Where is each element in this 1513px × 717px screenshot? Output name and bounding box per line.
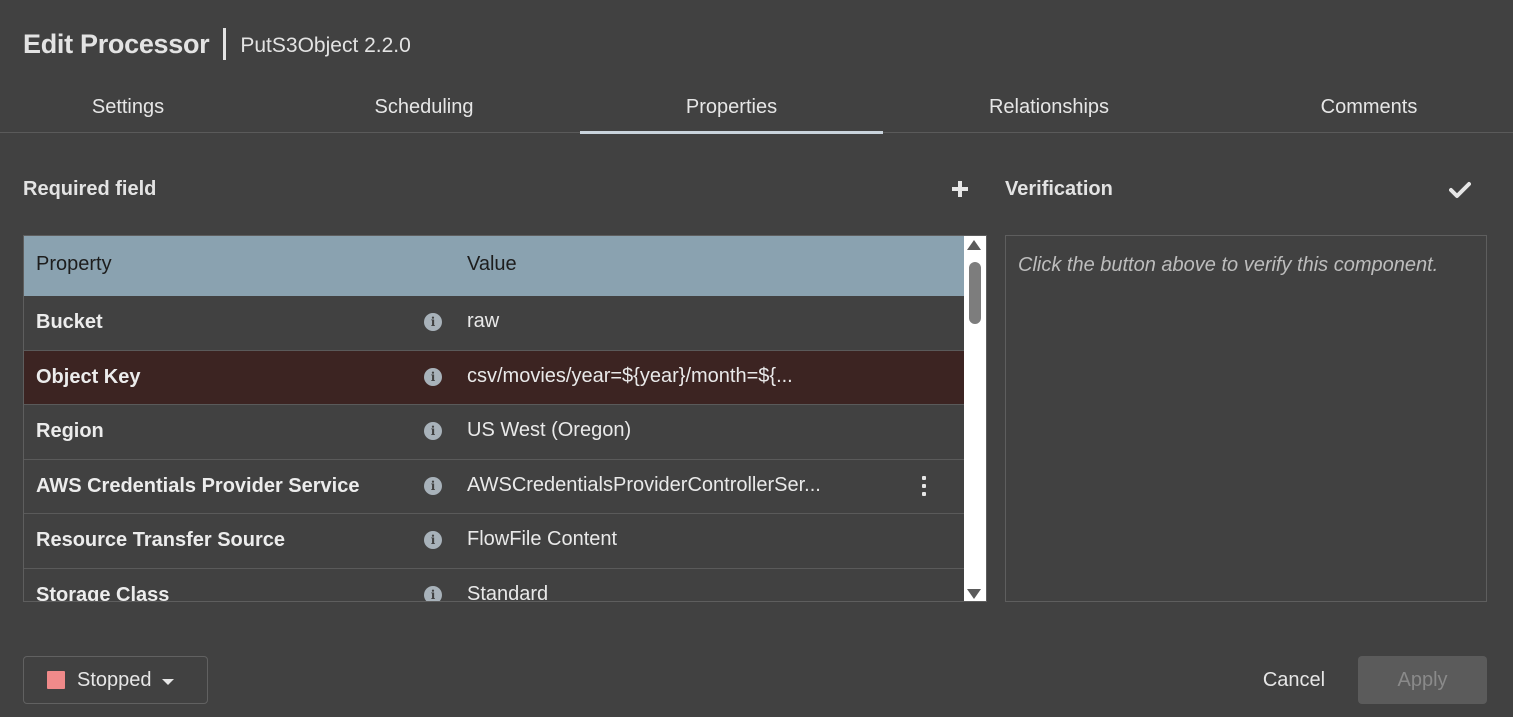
table-scrollbar[interactable] — [964, 236, 986, 601]
verification-message: Click the button above to verify this co… — [1018, 254, 1439, 276]
dialog-title: Edit Processor — [23, 28, 210, 59]
info-icon[interactable]: i — [424, 585, 442, 601]
property-value[interactable]: raw — [467, 310, 499, 333]
table-row[interactable]: Object Key i csv/movies/year=${year}/mon… — [24, 350, 964, 405]
dialog-header: Edit Processor PutS3Object 2.2.0 — [23, 26, 411, 62]
property-name: Storage Class — [36, 583, 170, 602]
stopped-status-icon — [47, 671, 65, 689]
property-value[interactable]: Standard — [467, 583, 548, 602]
cancel-button[interactable]: Cancel — [1240, 656, 1348, 704]
property-name: Region — [36, 420, 104, 442]
run-status-dropdown[interactable]: Stopped — [23, 656, 208, 704]
add-property-button[interactable] — [947, 176, 973, 202]
property-name: AWS Credentials Provider Service — [36, 474, 360, 497]
tab-settings[interactable]: Settings — [23, 82, 233, 133]
tab-relationships[interactable]: Relationships — [895, 82, 1203, 133]
tab-properties[interactable]: Properties — [580, 82, 883, 134]
property-name: Bucket — [36, 311, 103, 333]
tab-scheduling[interactable]: Scheduling — [270, 82, 578, 133]
scroll-thumb[interactable] — [969, 262, 981, 324]
scroll-down-arrow-icon[interactable] — [967, 589, 981, 599]
info-icon[interactable]: i — [424, 313, 442, 331]
table-row[interactable]: AWS Credentials Provider Service i AWSCr… — [24, 459, 964, 514]
property-value[interactable]: FlowFile Content — [467, 528, 617, 551]
property-value[interactable]: US West (Oregon) — [467, 419, 631, 442]
table-row[interactable]: Bucket i raw — [24, 296, 964, 351]
tab-comments[interactable]: Comments — [1225, 82, 1513, 133]
verification-label: Verification — [1005, 178, 1113, 200]
table-row[interactable]: Region i US West (Oregon) — [24, 405, 964, 460]
property-value[interactable]: AWSCredentialsProviderControllerSer... — [467, 474, 821, 497]
verification-panel: Click the button above to verify this co… — [1005, 235, 1487, 602]
table-row[interactable]: Resource Transfer Source i FlowFile Cont… — [24, 514, 964, 569]
table-body: Bucket i raw Object Key i csv/movies/yea… — [24, 296, 964, 602]
properties-table: Property Value Bucket i raw Object Key i… — [23, 235, 987, 602]
table-header: Property Value — [24, 236, 964, 296]
run-status-label: Stopped — [77, 668, 152, 691]
info-icon[interactable]: i — [424, 367, 442, 386]
property-value[interactable]: csv/movies/year=${year}/month=${... — [467, 365, 793, 388]
title-separator — [223, 28, 227, 60]
plus-icon — [952, 181, 968, 197]
caret-down-icon — [161, 678, 174, 685]
scroll-up-arrow-icon[interactable] — [967, 240, 981, 250]
check-icon — [1449, 182, 1471, 198]
info-icon[interactable]: i — [424, 476, 442, 495]
tab-bar: Settings Scheduling Properties Relations… — [0, 82, 1513, 134]
column-header-property[interactable]: Property — [36, 253, 112, 276]
processor-type: PutS3Object 2.2.0 — [240, 34, 411, 57]
column-header-value[interactable]: Value — [467, 253, 517, 276]
property-name: Resource Transfer Source — [36, 529, 285, 551]
required-field-label: Required field — [23, 178, 157, 200]
info-icon[interactable]: i — [424, 422, 442, 440]
info-icon[interactable]: i — [424, 531, 442, 549]
apply-button[interactable]: Apply — [1358, 656, 1487, 704]
more-options-icon[interactable] — [920, 475, 928, 496]
property-name: Object Key — [36, 365, 141, 388]
verify-button[interactable] — [1446, 176, 1474, 204]
table-row[interactable]: Storage Class i Standard — [24, 568, 964, 602]
